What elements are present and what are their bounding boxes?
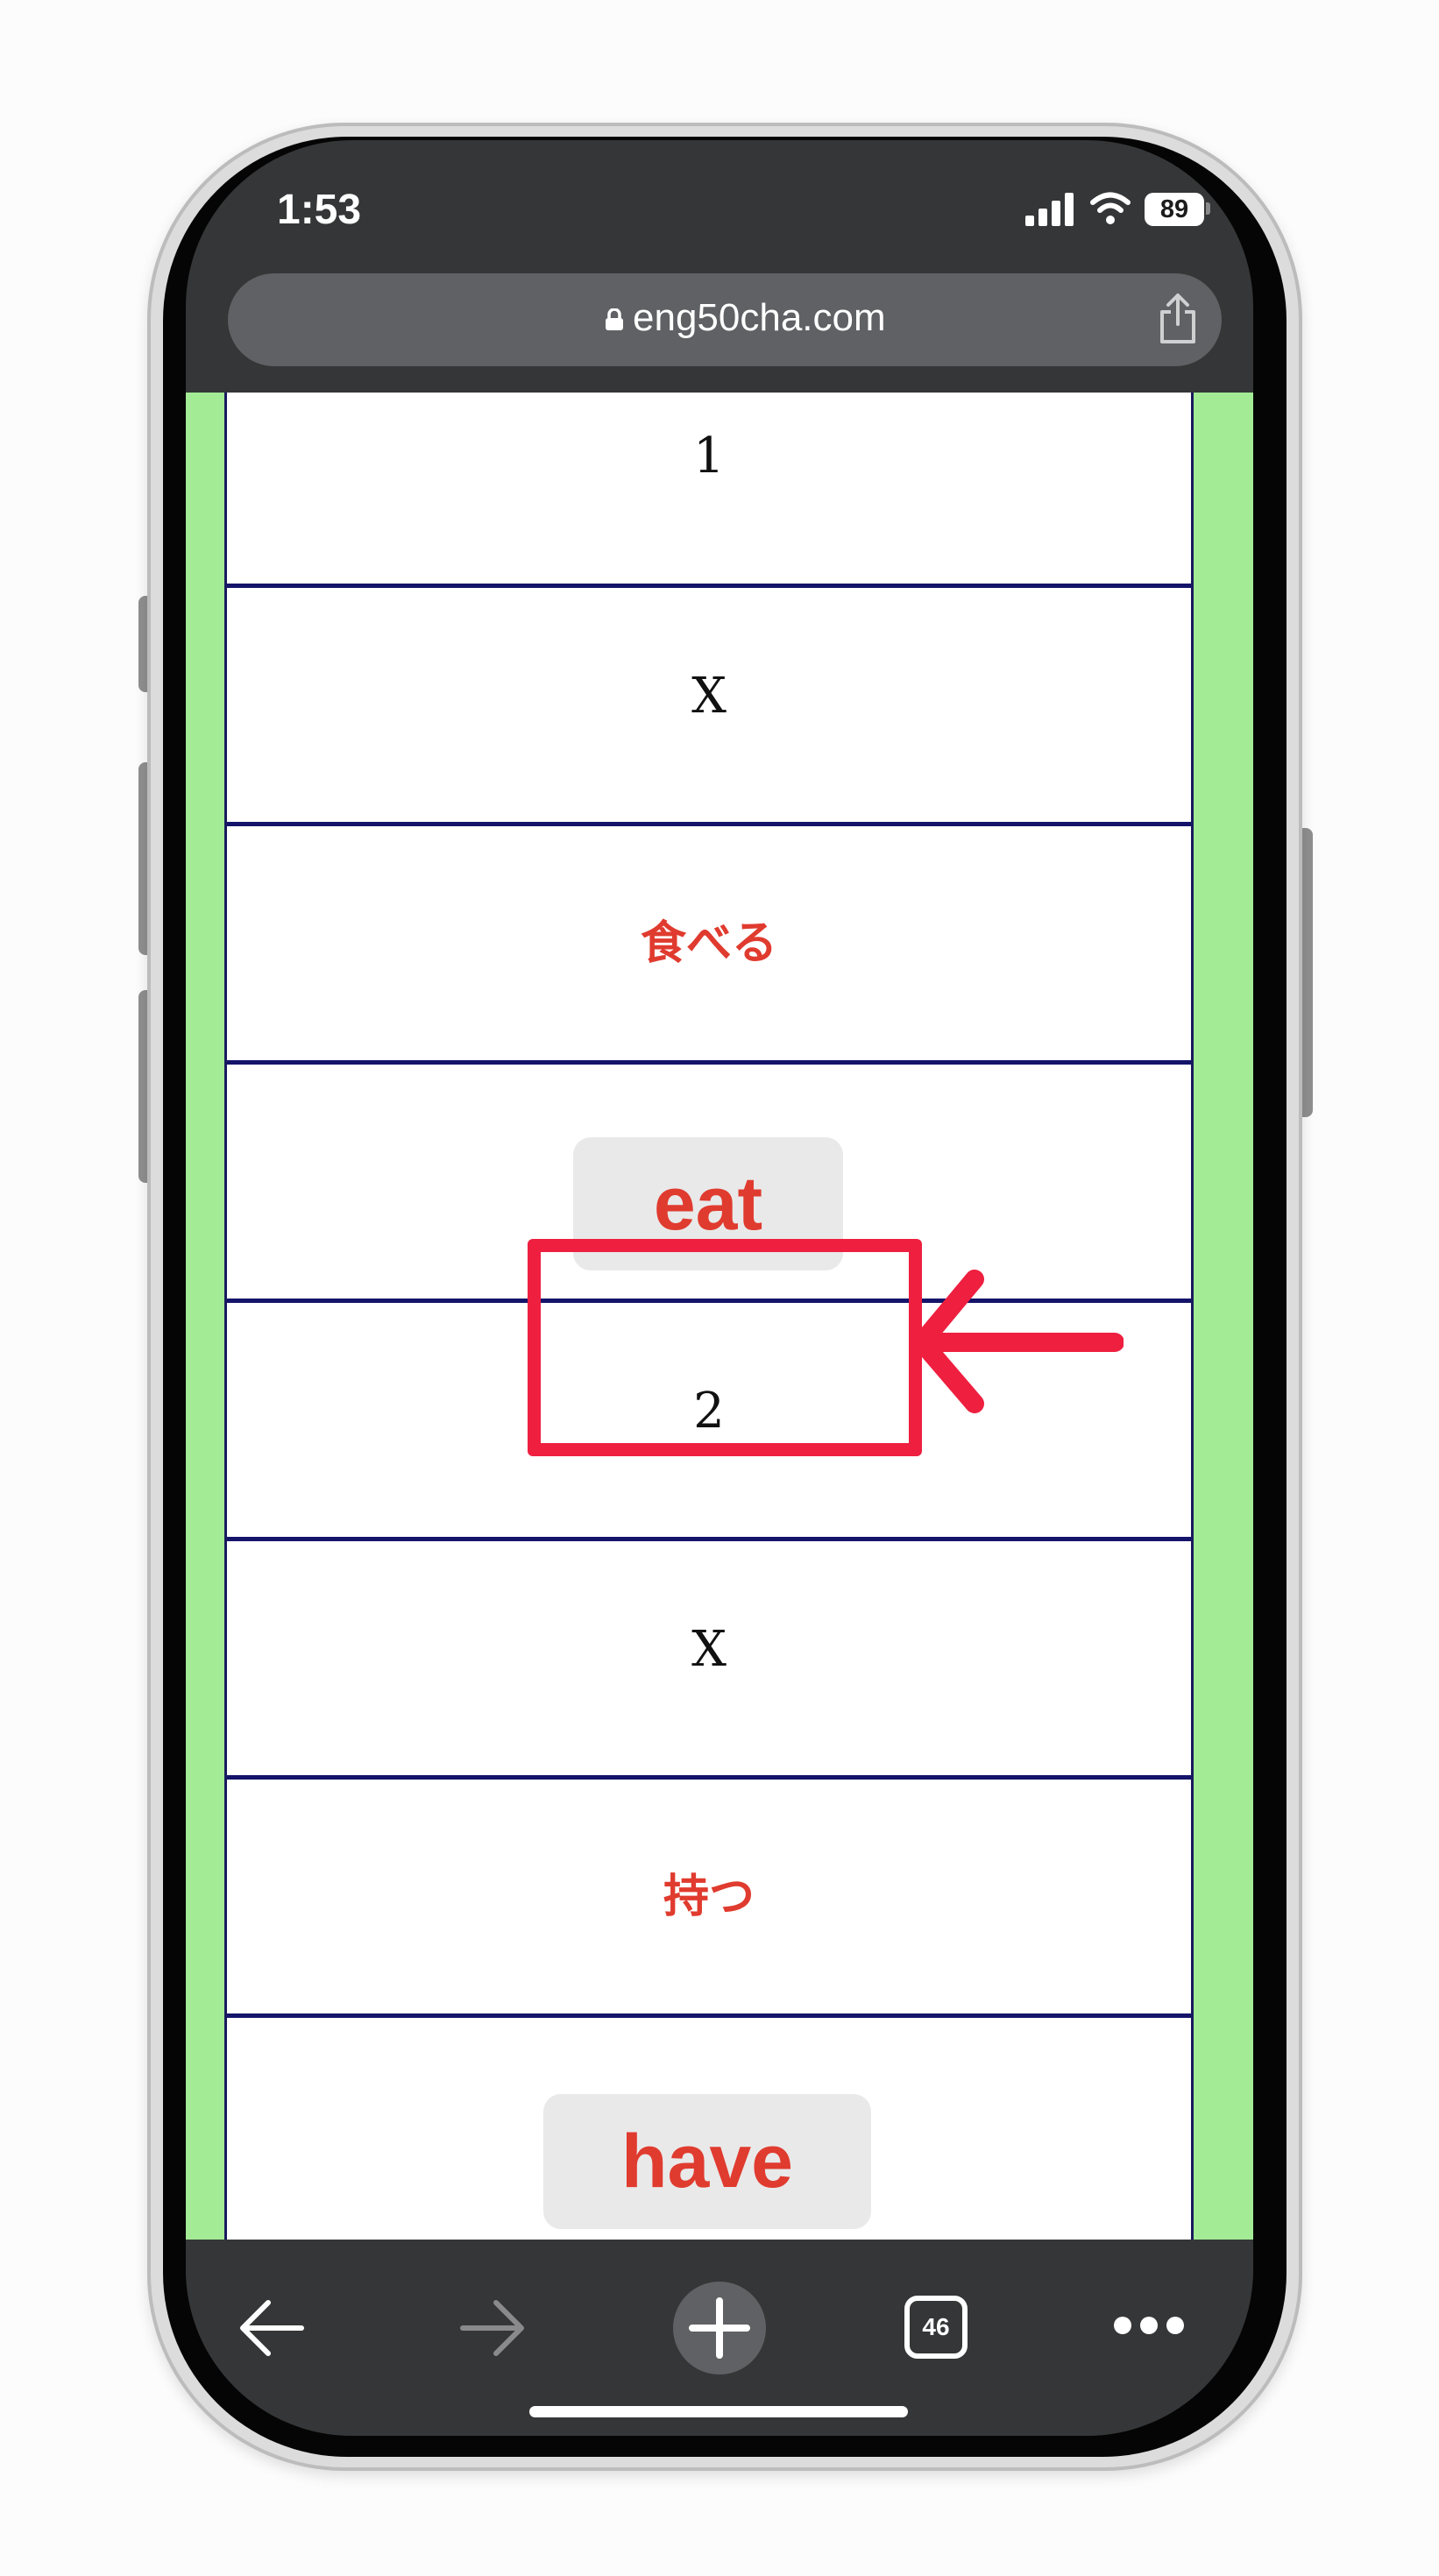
row-divider (227, 1537, 1191, 1541)
forward-arrow-icon[interactable] (457, 2297, 528, 2359)
web-content: 1 X 食べる eat 2 X 持つ have (186, 393, 1253, 2240)
japanese-word-2: 持つ (663, 1870, 755, 1923)
row-mark-1: X (691, 668, 727, 725)
row-divider (227, 2013, 1191, 2018)
row-divider (227, 584, 1191, 588)
highlight-box (528, 1239, 922, 1456)
row-divider (227, 1775, 1191, 1780)
battery-icon: 89 (1145, 193, 1204, 226)
phone-screen: 1:53 89 eng50cha.com 1 X 食べる eat 2 X 持つ … (186, 140, 1253, 2436)
home-indicator[interactable] (529, 2406, 908, 2417)
have-word-button[interactable]: have (543, 2094, 871, 2229)
url-text: eng50cha.com (633, 296, 886, 339)
more-icon[interactable] (1113, 2315, 1185, 2336)
tab-count: 46 (922, 2313, 950, 2340)
row-number-1: 1 (693, 428, 725, 485)
new-tab-plus-icon[interactable] (671, 2280, 768, 2376)
japanese-word-1: 食べる (640, 916, 777, 970)
battery-level: 89 (1159, 195, 1189, 223)
back-arrow-icon[interactable] (237, 2297, 307, 2359)
battery-nub (1206, 202, 1210, 215)
row-divider (227, 822, 1191, 826)
signal-icon (1025, 191, 1078, 226)
lock-icon (606, 308, 623, 330)
status-time: 1:53 (277, 187, 362, 233)
wifi-icon (1090, 192, 1131, 224)
tabs-icon[interactable]: 46 (904, 2296, 968, 2359)
row-divider (227, 1060, 1191, 1065)
row-mark-2: X (691, 1621, 727, 1678)
address-bar[interactable]: eng50cha.com (228, 273, 1222, 366)
share-icon[interactable] (1155, 293, 1201, 345)
left-arrow-annotation (913, 1270, 1124, 1413)
